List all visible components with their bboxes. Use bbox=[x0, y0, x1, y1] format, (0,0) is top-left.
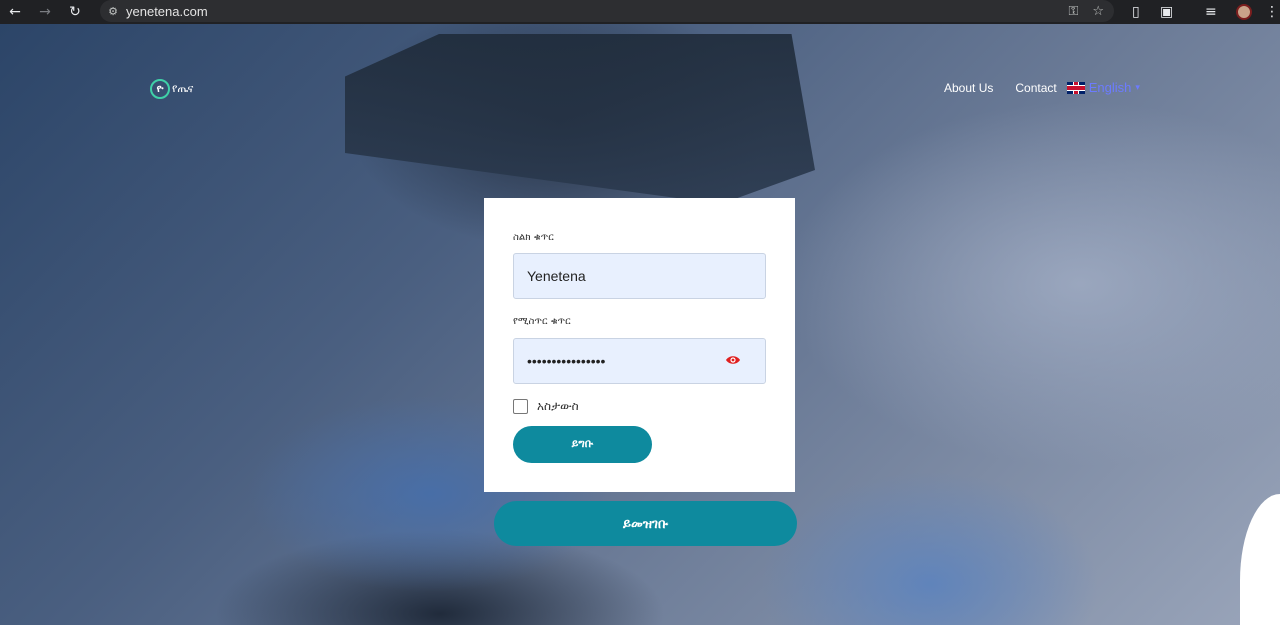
bookmark-star-icon[interactable]: ☆ bbox=[1092, 4, 1104, 19]
username-label: ስልክ ቁጥር bbox=[513, 232, 554, 243]
nav-about-us[interactable]: About Us bbox=[944, 81, 993, 95]
remember-me: አስታውስ bbox=[513, 399, 579, 414]
profile-avatar[interactable] bbox=[1236, 0, 1252, 24]
omnibox-actions: ⚿ ☆ bbox=[1068, 0, 1104, 22]
url-text[interactable]: yenetena.com bbox=[126, 4, 208, 19]
username-input[interactable]: Yenetena bbox=[513, 253, 766, 299]
logo-mark-icon: ዮ bbox=[150, 79, 170, 99]
nav-contact[interactable]: Contact bbox=[1015, 81, 1056, 95]
site-settings-icon[interactable]: ⚙ bbox=[100, 5, 126, 18]
remember-label: አስታውስ bbox=[537, 399, 579, 413]
register-button[interactable]: ይመዝገቡ bbox=[494, 501, 797, 546]
login-button[interactable]: ይግቡ bbox=[513, 426, 652, 463]
back-icon[interactable]: ← bbox=[0, 0, 30, 24]
password-value: •••••••••••••••• bbox=[527, 353, 606, 369]
browser-toolbar: ← → ↻ ⚙ yenetena.com ⚿ ☆ ▯ ▣ ≡ ⋮ bbox=[0, 0, 1280, 24]
address-bar[interactable]: ⚙ yenetena.com ⚿ ☆ bbox=[100, 0, 1114, 22]
reload-icon[interactable]: ↻ bbox=[60, 0, 90, 24]
language-selector[interactable]: English ▾ bbox=[1066, 80, 1140, 95]
mobile-view-icon[interactable]: ▯ bbox=[1132, 0, 1140, 24]
remember-checkbox[interactable] bbox=[513, 399, 528, 414]
language-label: English bbox=[1088, 80, 1132, 95]
decorative-curve bbox=[1240, 494, 1280, 625]
password-key-icon[interactable]: ⚿ bbox=[1068, 4, 1078, 19]
chevron-down-icon: ▾ bbox=[1135, 82, 1140, 92]
media-controls-icon[interactable]: ≡ bbox=[1205, 0, 1217, 24]
logo-text: የጤና bbox=[172, 82, 194, 95]
extensions-icon[interactable]: ▣ bbox=[1160, 0, 1173, 24]
username-value: Yenetena bbox=[527, 268, 586, 284]
forward-icon[interactable]: → bbox=[30, 0, 60, 24]
menu-kebab-icon[interactable]: ⋮ bbox=[1265, 0, 1279, 24]
site-logo[interactable]: ዮ የጤና bbox=[150, 73, 194, 105]
uk-flag-icon bbox=[1066, 81, 1085, 94]
main-nav: About Us Contact English ▾ bbox=[944, 80, 1140, 95]
hero-image-microscope bbox=[345, 34, 815, 204]
login-card: ስልክ ቁጥር Yenetena የሚስጥር ቁጥር •••••••••••••… bbox=[484, 198, 795, 492]
password-input[interactable]: •••••••••••••••• bbox=[513, 338, 766, 384]
password-label: የሚስጥር ቁጥር bbox=[513, 316, 571, 327]
show-password-eye-icon[interactable] bbox=[725, 352, 741, 368]
